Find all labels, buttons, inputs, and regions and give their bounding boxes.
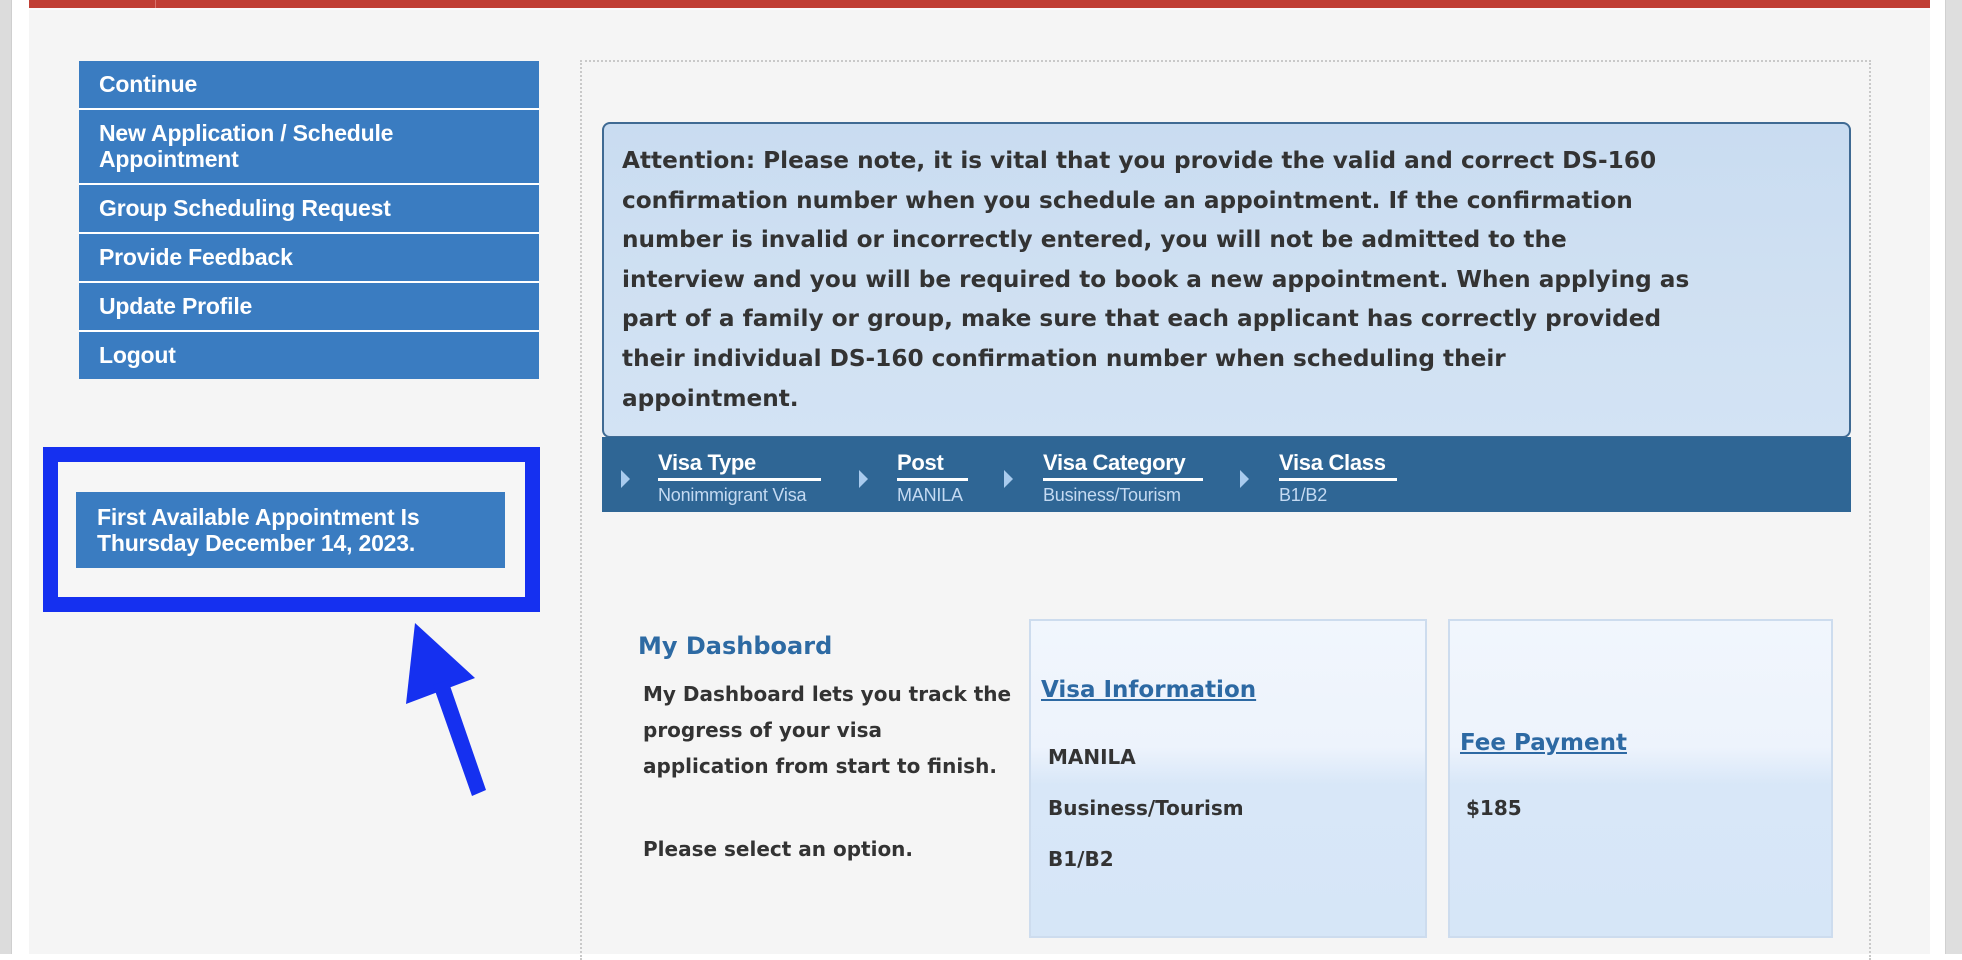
attention-line: part of a family or group, make sure tha… [622, 305, 1662, 333]
chevron-right-icon [621, 470, 630, 488]
attention-line: appointment. [622, 384, 799, 412]
dashboard-prompt: Please select an option. [643, 837, 914, 861]
visa-class-value: B1/B2 [1048, 847, 1114, 871]
visa-post-value: MANILA [1048, 745, 1136, 769]
first-available-appointment: First Available Appointment Is Thursday … [76, 492, 505, 568]
top-header-bar [29, 0, 1930, 10]
menu-item-group-scheduling[interactable]: Group Scheduling Request [79, 185, 539, 234]
visa-information-link[interactable]: Visa Information [1041, 677, 1256, 703]
attention-line: Attention: Please note, it is vital that… [622, 147, 1657, 174]
menu-item-provide-feedback[interactable]: Provide Feedback [79, 234, 539, 283]
attention-line: their individual DS-160 confirmation num… [622, 344, 1506, 372]
fee-payment-card: Fee Payment $185 [1448, 619, 1833, 938]
arrow-shaft [433, 680, 486, 796]
breadcrumb-label: Visa Class [1279, 450, 1397, 481]
visa-information-card: Visa Information MANILA Business/Tourism… [1029, 619, 1427, 938]
breadcrumb-label: Visa Category [1043, 450, 1203, 481]
breadcrumb-label: Post [897, 450, 968, 481]
menu-item-logout[interactable]: Logout [79, 332, 539, 379]
breadcrumb-label: Visa Type [658, 450, 821, 481]
chevron-right-icon [1004, 470, 1013, 488]
menu-item-update-profile[interactable]: Update Profile [79, 283, 539, 332]
chevron-right-icon [1240, 470, 1249, 488]
fee-amount-value: $185 [1466, 796, 1522, 820]
fee-payment-link[interactable]: Fee Payment [1460, 730, 1627, 756]
appointment-line-2: Thursday December 14, 2023. [97, 530, 416, 556]
vertical-scrollbar[interactable] [1945, 0, 1962, 954]
appointment-line-1: First Available Appointment Is [97, 504, 420, 530]
breadcrumb-value: MANILA [897, 485, 963, 505]
breadcrumb-value: Business/Tourism [1043, 485, 1181, 505]
left-window-edge [0, 0, 12, 954]
visa-breadcrumb: Visa Type Nonimmigrant Visa Post MANILA … [602, 437, 1851, 512]
dashboard-title: My Dashboard [638, 632, 833, 660]
side-menu: Continue New Application / Schedule Appo… [79, 61, 539, 379]
dashboard-description: My Dashboard lets you track the progress… [643, 682, 1012, 778]
attention-line: confirmation number when you schedule an… [622, 186, 1633, 214]
breadcrumb-value: Nonimmigrant Visa [658, 485, 807, 505]
menu-item-new-application[interactable]: New Application / Schedule Appointment [79, 110, 539, 185]
chevron-right-icon [859, 470, 868, 488]
header-divider [155, 0, 156, 8]
attention-notice: Attention: Please note, it is vital that… [602, 122, 1851, 438]
attention-line: number is invalid or incorrectly entered… [622, 226, 1567, 254]
attention-line: interview and you will be required to bo… [622, 265, 1690, 293]
menu-item-continue[interactable]: Continue [79, 61, 539, 110]
arrow-up-left-icon [406, 623, 486, 796]
breadcrumb-value: B1/B2 [1279, 485, 1328, 505]
visa-category-value: Business/Tourism [1048, 796, 1244, 820]
